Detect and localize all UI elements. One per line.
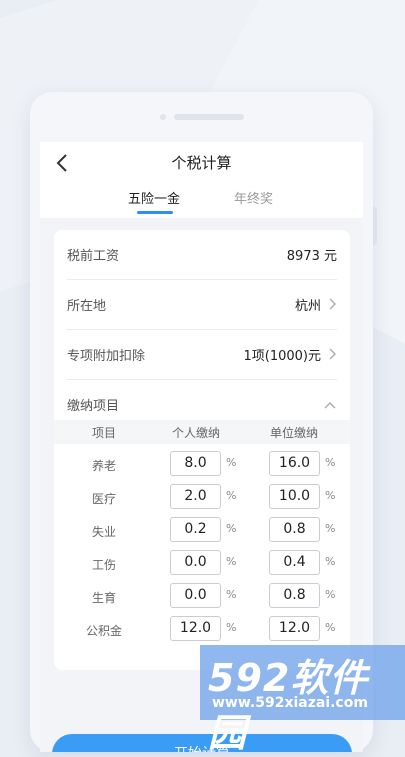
app-header: 个税计算 五险一金 年终奖	[40, 142, 363, 218]
salary-label: 税前工资	[67, 249, 120, 264]
percent-label: %	[226, 621, 237, 634]
percent-label: %	[325, 489, 336, 502]
percent-label: %	[325, 621, 336, 634]
table-row: 工伤 0.0 % 0.4 %	[54, 547, 350, 580]
salary-row[interactable]: 税前工资 8973 元	[67, 230, 337, 280]
company-rate-input[interactable]: 0.4	[269, 550, 320, 575]
phone-camera	[160, 114, 166, 120]
header-personal: 个人缴纳	[172, 426, 221, 440]
chevron-up-icon[interactable]	[323, 400, 337, 410]
watermark: 592软件园 www.592xiazai.com	[200, 645, 405, 755]
table-row: 生育 0.0 % 0.8 %	[54, 580, 350, 613]
salary-value: 8973 元	[286, 249, 337, 264]
chevron-right-icon	[329, 298, 336, 310]
company-rate-input[interactable]: 0.8	[269, 583, 320, 608]
row-name: 养老	[92, 459, 117, 473]
company-rate-input[interactable]: 12.0	[269, 616, 320, 641]
table-row: 失业 0.2 % 0.8 %	[54, 514, 350, 547]
personal-rate-input[interactable]: 0.0	[170, 583, 221, 608]
location-label: 所在地	[67, 299, 107, 314]
row-name: 公积金	[86, 624, 123, 638]
personal-rate-input[interactable]: 0.2	[170, 517, 221, 542]
table-row: 医疗 2.0 % 10.0 %	[54, 481, 350, 514]
location-value: 杭州	[294, 299, 321, 314]
header-item: 项目	[92, 426, 117, 440]
percent-label: %	[226, 522, 237, 535]
personal-rate-input[interactable]: 8.0	[170, 451, 221, 476]
table-row: 养老 8.0 % 16.0 %	[54, 448, 350, 481]
row-name: 失业	[92, 525, 117, 539]
percent-label: %	[325, 522, 336, 535]
watermark-url: www.592xiazai.com	[212, 695, 368, 711]
tab-insurance[interactable]: 五险一金	[128, 188, 180, 207]
percent-label: %	[325, 456, 336, 469]
percent-label: %	[325, 555, 336, 568]
personal-rate-input[interactable]: 2.0	[170, 484, 221, 509]
company-rate-input[interactable]: 0.8	[269, 517, 320, 542]
page-title: 个税计算	[171, 154, 232, 172]
tab-annual-bonus[interactable]: 年终奖	[234, 188, 273, 207]
form-card: 税前工资 8973 元 所在地 杭州 专项附加扣除 1项(1000)元 缴纳项目	[54, 230, 350, 670]
percent-label: %	[226, 555, 237, 568]
phone-side-button	[373, 207, 377, 245]
percent-label: %	[226, 456, 237, 469]
deduction-label: 专项附加扣除	[67, 349, 146, 364]
location-row[interactable]: 所在地 杭州	[67, 280, 337, 330]
active-tab-indicator	[137, 211, 173, 214]
company-rate-input[interactable]: 10.0	[269, 484, 320, 509]
personal-rate-input[interactable]: 0.0	[170, 550, 221, 575]
company-rate-input[interactable]: 16.0	[269, 451, 320, 476]
table-header: 项目 个人缴纳 单位缴纳	[54, 420, 350, 444]
deduction-row[interactable]: 专项附加扣除 1项(1000)元	[67, 330, 337, 380]
percent-label: %	[325, 588, 336, 601]
phone-speaker	[174, 114, 244, 120]
chevron-right-icon	[329, 348, 336, 360]
table-row: 公积金 12.0 % 12.0 %	[54, 613, 350, 646]
row-name: 生育	[92, 591, 117, 605]
row-name: 医疗	[92, 492, 117, 506]
header-company: 单位缴纳	[270, 426, 319, 440]
percent-label: %	[226, 489, 237, 502]
deduction-value: 1项(1000)元	[243, 349, 322, 364]
payment-items-label: 缴纳项目	[67, 399, 120, 414]
personal-rate-input[interactable]: 12.0	[170, 616, 221, 641]
row-name: 工伤	[92, 558, 117, 572]
percent-label: %	[226, 588, 237, 601]
